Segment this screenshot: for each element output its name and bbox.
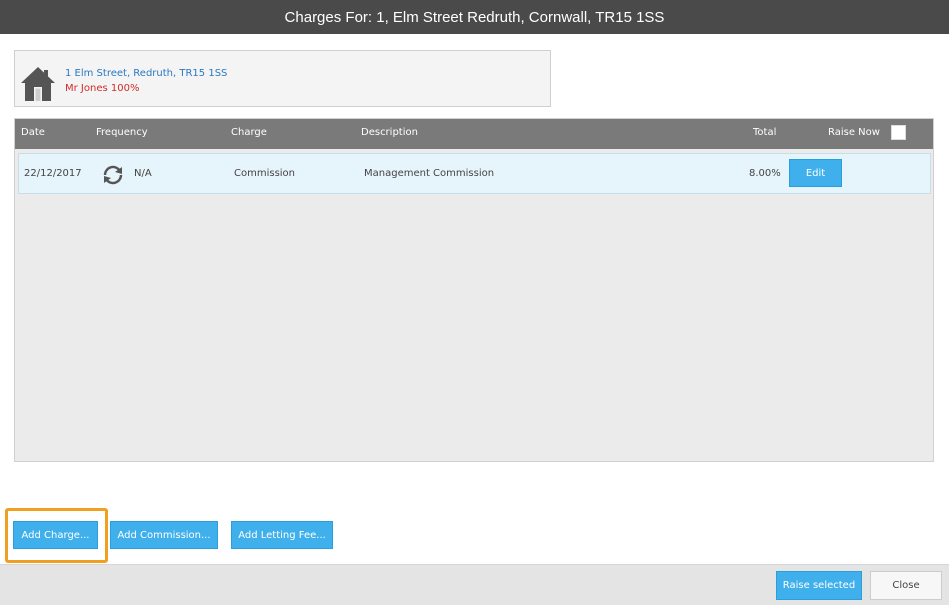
charges-table: Date Frequency Charge Description Total … <box>14 118 934 462</box>
recurring-icon <box>103 165 123 185</box>
column-header-date[interactable]: Date <box>21 127 45 138</box>
close-button[interactable]: Close <box>870 571 942 600</box>
property-owner: Mr Jones 100% <box>65 83 140 94</box>
table-row[interactable]: 22/12/2017 N/A Commission Management Com… <box>18 153 931 194</box>
row-description: Management Commission <box>364 168 495 179</box>
row-charge: Commission <box>234 168 296 179</box>
row-date: 22/12/2017 <box>24 168 82 179</box>
row-total: 8.00% <box>749 168 781 179</box>
table-header: Date Frequency Charge Description Total … <box>15 119 933 149</box>
add-charge-button[interactable]: Add Charge... <box>13 521 98 549</box>
add-commission-button[interactable]: Add Commission... <box>110 521 218 549</box>
column-header-raise-now: Raise Now <box>828 127 880 138</box>
row-frequency: N/A <box>134 168 152 179</box>
house-icon <box>21 67 55 101</box>
raise-now-all-checkbox[interactable] <box>891 125 906 140</box>
edit-charge-button[interactable]: Edit <box>789 159 842 187</box>
window-title: Charges For: 1, Elm Street Redruth, Corn… <box>284 8 665 26</box>
column-header-frequency[interactable]: Frequency <box>96 127 148 138</box>
window-title-bar: Charges For: 1, Elm Street Redruth, Corn… <box>0 0 949 34</box>
property-card: 1 Elm Street, Redruth, TR15 1SS Mr Jones… <box>14 50 551 107</box>
dialog-footer: Raise selected Close <box>0 564 949 605</box>
column-header-description[interactable]: Description <box>361 127 418 138</box>
column-header-charge[interactable]: Charge <box>231 127 267 138</box>
column-header-total[interactable]: Total <box>753 127 776 138</box>
add-letting-fee-button[interactable]: Add Letting Fee... <box>231 521 333 549</box>
raise-selected-button[interactable]: Raise selected <box>776 571 862 600</box>
property-address-link[interactable]: 1 Elm Street, Redruth, TR15 1SS <box>65 68 227 79</box>
